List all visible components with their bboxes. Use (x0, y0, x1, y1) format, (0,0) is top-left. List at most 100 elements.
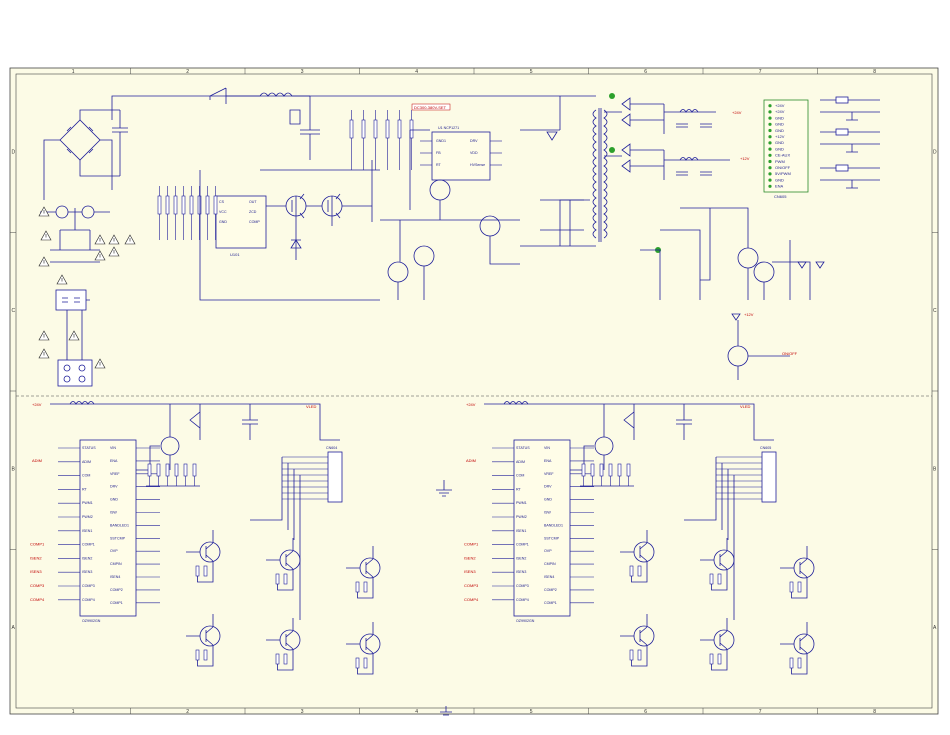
led-ic-0-left-pin-6: ISEN1 (82, 529, 92, 533)
led-ic-1-right-pin-1: ENA (544, 459, 552, 463)
grid-col-top-5: 5 (530, 69, 533, 75)
led-ic-0-right-pin-5: ISW (110, 511, 117, 515)
cn605-pin-0: +24V (775, 103, 785, 108)
cn605-pin-12: GND (775, 177, 784, 182)
led-ic-1-left-pin-10: COMP3 (516, 584, 529, 588)
led-ic-1-left-pin-4: PWM1 (516, 501, 527, 505)
led-ic-0-right-pin-7: SSTCMP (110, 536, 126, 540)
led-ic-1-left-pin-5: PWM2 (516, 515, 527, 519)
led-ic-0-left-pin-1: ADIM (82, 460, 91, 464)
grid-col-top-2: 2 (186, 69, 189, 75)
led-net-label-1-3: COMP3 (464, 583, 479, 588)
cn605-pin-1: +24V (775, 109, 785, 114)
led-vled-label-1: VLED (740, 404, 751, 409)
led-driver-ic-name-1: OZ9902GN (516, 619, 535, 623)
led-ic-0-right-pin-6: BANDLED1 (110, 523, 129, 527)
led-ic-1-right-pin-8: OVP (544, 549, 552, 553)
led-net-label-1-2: ISEN3 (464, 569, 476, 574)
led-ic-0-right-pin-10: ISEN4 (110, 575, 120, 579)
led-ic-1-right-pin-12: COMP1 (544, 601, 557, 605)
ac-inlet (57, 359, 93, 387)
led-net-label-1-1: ISEN2 (464, 555, 476, 560)
cn605-pin-8: CE-AUX (775, 153, 790, 158)
led-ic-1-left-pin-7: COMP1 (516, 543, 529, 547)
ic-u1-pin-left-1: FB (436, 151, 441, 155)
svg-text:GND: GND (219, 220, 227, 224)
grid-row-right-D: D (933, 149, 937, 155)
svg-text:ZCD: ZCD (249, 210, 257, 214)
ic-u1-title: U1 NCP1271 (438, 126, 459, 130)
led-ic-0-right-pin-3: DRV (110, 485, 118, 489)
grid-col-bottom-6: 6 (644, 709, 647, 715)
cn605-pin-3: GND (775, 122, 784, 127)
ic-u1-pin-left-0: GND1 (436, 139, 446, 143)
grid-col-bottom-3: 3 (301, 709, 304, 715)
svg-text:+12V: +12V (744, 312, 754, 317)
cn605-pin-9: PWM (775, 159, 785, 164)
led-ic-1-right-pin-3: DRV (544, 485, 552, 489)
led-ic-1-right-pin-2: VREF (544, 472, 554, 476)
led-connector-1 (761, 451, 777, 503)
led-vled-label-0: VLED (306, 404, 317, 409)
svg-text:COMP: COMP (249, 220, 260, 224)
led-ic-1-left-pin-8: ISEN2 (516, 556, 526, 560)
grid-col-bottom-5: 5 (530, 709, 533, 715)
led-net-label-0-0: COMP1 (30, 542, 45, 547)
led-ic-0-right-pin-2: VREF (110, 472, 120, 476)
grid-col-top-7: 7 (759, 69, 762, 75)
led-ic-0-left-pin-8: ISEN2 (82, 556, 92, 560)
led-connector-0 (327, 451, 343, 503)
cn605-pin-6: GND (775, 140, 784, 145)
led-ic-0-left-pin-7: COMP1 (82, 543, 95, 547)
led-ic-0-left-pin-11: COMP4 (82, 598, 95, 602)
led-ic-1-left-pin-3: RT (516, 487, 522, 491)
led-ic-0-left-pin-0: STATUS (82, 446, 96, 450)
led-ic-0-left-pin-9: ISEN3 (82, 570, 92, 574)
grid-col-bottom-2: 2 (186, 709, 189, 715)
led-ic-0-right-pin-9: CMPIN (110, 562, 122, 566)
cn605-pin-13: ENA (775, 184, 784, 189)
grid-col-bottom-8: 8 (873, 709, 876, 715)
led-ic-1-left-pin-0: STATUS (516, 446, 530, 450)
grid-row-left-C: C (12, 308, 16, 314)
cn605-pin-4: GND (775, 128, 784, 133)
ic-u1-pin-right-2: HVSense (470, 163, 485, 167)
led-ic-0-right-pin-8: OVP (110, 549, 118, 553)
led-ic-1-left-pin-2: COM (516, 474, 524, 478)
led-ic-0-right-pin-0: VIN (110, 446, 116, 450)
title-banner: DC300-380V-SET (414, 105, 447, 110)
svg-text:OUT: OUT (249, 200, 257, 204)
svg-text:CS: CS (219, 200, 225, 204)
ic-u1-pin-right-0: DRV (470, 139, 478, 143)
led-ic-1-right-pin-0: VIN (544, 446, 550, 450)
led-ic-1-left-pin-9: ISEN3 (516, 570, 526, 574)
output-connector-cn605 (763, 99, 809, 193)
grid-col-bottom-1: 1 (72, 709, 75, 715)
grid-col-bottom-4: 4 (415, 709, 418, 715)
grid-col-top-6: 6 (644, 69, 647, 75)
grid-col-top-8: 8 (873, 69, 876, 75)
svg-text:U101: U101 (230, 252, 240, 257)
led-ic-1-left-pin-6: ISEN1 (516, 529, 526, 533)
grid-row-left-D: D (12, 149, 16, 155)
grid-col-top-4: 4 (415, 69, 418, 75)
led-net-label-0-4: COMP4 (30, 597, 45, 602)
cn605-pin-5: +12V (775, 134, 785, 139)
svg-text:ON/OFF: ON/OFF (782, 351, 798, 356)
led-ic-0-left-pin-10: COMP3 (82, 584, 95, 588)
svg-text:+12V: +12V (740, 156, 750, 161)
grid-row-right-C: C (933, 308, 937, 314)
led-net-label-1-0: COMP1 (464, 542, 479, 547)
led-ic-0-left-pin-4: PWM1 (82, 501, 93, 505)
led-adim-label-1: ADIM (466, 458, 476, 463)
grid-col-top-1: 1 (72, 69, 75, 75)
led-net-label-1-4: COMP4 (464, 597, 479, 602)
svg-text:+24V: +24V (732, 110, 742, 115)
led-ic-0-right-pin-1: ENA (110, 459, 118, 463)
led-ic-1-right-pin-10: ISEN4 (544, 575, 554, 579)
ic-u1-pin-left-2: RT (436, 163, 442, 167)
led-net-label-0-1: ISEN2 (30, 555, 42, 560)
led-net-label-0-2: ISEN3 (30, 569, 42, 574)
led-connector-name-1: CN605 (760, 446, 771, 450)
led-ic-0-right-pin-11: COMP2 (110, 588, 123, 592)
